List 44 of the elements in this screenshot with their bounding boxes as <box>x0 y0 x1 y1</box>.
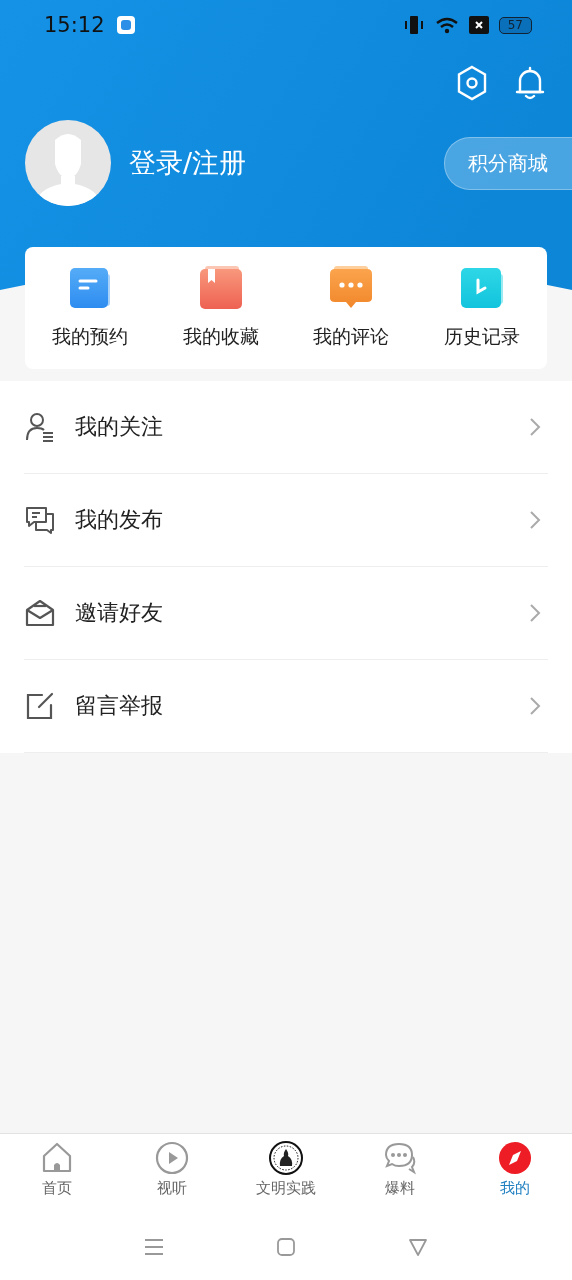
quick-action-label[interactable]: 我的收藏 <box>182 324 259 350</box>
chevron-right-icon <box>528 695 542 717</box>
no-sim-icon <box>468 16 489 34</box>
menu-row-label: 邀请好友 <box>75 599 163 627</box>
notification-bell-icon[interactable] <box>514 65 546 101</box>
menu-row-label: 我的发布 <box>75 506 163 534</box>
battery-indicator: 57 <box>498 16 532 34</box>
edit-square-icon <box>24 690 56 722</box>
quick-action-label[interactable]: 我的评论 <box>313 324 390 350</box>
menu-row[interactable]: 邀请好友 <box>24 567 548 660</box>
quick-action-label[interactable]: 历史记录 <box>443 324 520 350</box>
calendar-note-icon[interactable] <box>68 266 113 310</box>
menu-row-label: 留言举报 <box>75 692 163 720</box>
bookmark-book-icon[interactable] <box>198 266 243 310</box>
nav-tab[interactable]: 我的 <box>457 1134 572 1214</box>
clock-card-icon[interactable] <box>459 266 504 310</box>
home-square-icon[interactable] <box>275 1236 297 1258</box>
play-circle-icon <box>154 1141 189 1175</box>
speech-bubble-icon[interactable] <box>329 266 374 310</box>
menu-row[interactable]: 留言举报 <box>24 660 548 753</box>
compass-icon <box>497 1141 532 1175</box>
vibrate-icon <box>402 14 425 36</box>
chevron-right-icon <box>528 416 542 438</box>
back-triangle-icon[interactable] <box>407 1236 429 1258</box>
settings-icon[interactable] <box>456 65 488 101</box>
nav-tab[interactable]: 首页 <box>0 1134 115 1214</box>
nav-tab[interactable]: 爆料 <box>343 1134 458 1214</box>
chat-bubbles-icon <box>24 504 56 536</box>
nav-tab[interactable]: 视听 <box>114 1134 229 1214</box>
wifi-icon <box>434 15 459 35</box>
round-seal-icon <box>269 1141 303 1175</box>
person-list-icon <box>24 411 56 443</box>
menu-row[interactable]: 我的关注 <box>24 381 548 474</box>
nav-tab[interactable]: 文明实践 <box>228 1134 344 1214</box>
menu-row-label: 我的关注 <box>75 413 163 441</box>
menu-icon[interactable] <box>143 1236 165 1258</box>
chevron-right-icon <box>528 509 542 531</box>
chevron-right-icon <box>528 602 542 624</box>
status-time: 15:12 <box>44 13 105 37</box>
chat-bubbles-icon <box>383 1141 418 1175</box>
login-link[interactable]: 登录/注册 <box>129 145 247 181</box>
menu-row[interactable]: 我的发布 <box>24 474 548 567</box>
quick-action-label[interactable]: 我的预约 <box>52 324 129 350</box>
envelope-icon <box>24 597 56 629</box>
